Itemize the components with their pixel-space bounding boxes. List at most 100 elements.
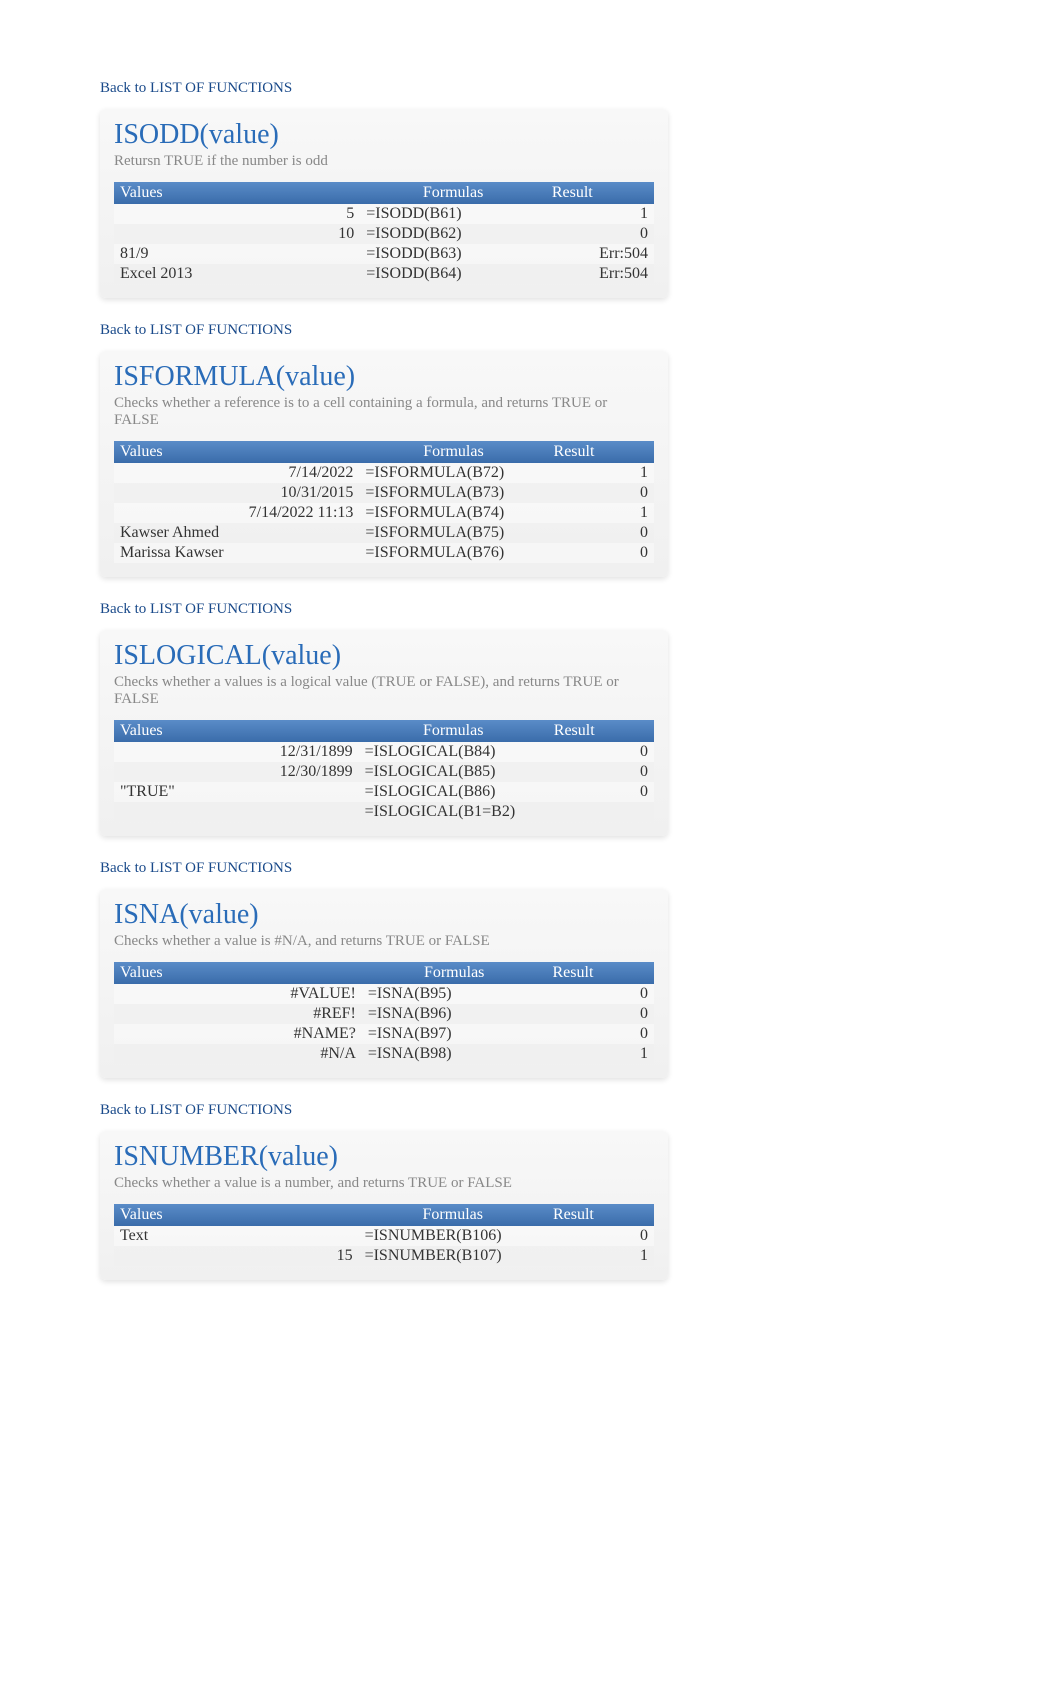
cell-formula: =ISODD(B63)	[360, 244, 546, 264]
back-to-list-link[interactable]: Back to LIST OF FUNCTIONS	[100, 80, 962, 97]
function-table: ValuesFormulasResult7/14/2022=ISFORMULA(…	[114, 441, 654, 563]
cell-formula: =ISLOGICAL(B84)	[359, 742, 548, 762]
cell-result: 0	[548, 762, 654, 782]
cell-result: 0	[546, 224, 654, 244]
cell-result: 0	[547, 984, 655, 1004]
function-table: ValuesFormulasResult12/31/1899=ISLOGICAL…	[114, 720, 654, 822]
cell-value: #N/A	[114, 1044, 362, 1064]
function-section: ISNUMBER(value) Checks whether a value is…	[100, 1131, 668, 1280]
table-row: "TRUE"=ISLOGICAL(B86)0	[114, 782, 654, 802]
cell-value	[114, 802, 359, 822]
column-header-formulas: Formulas	[359, 720, 548, 742]
function-description: Checks whether a values is a logical val…	[114, 674, 654, 708]
cell-formula: =ISNA(B98)	[362, 1044, 547, 1064]
table-row: #VALUE!=ISNA(B95)0	[114, 984, 654, 1004]
table-row: 10/31/2015=ISFORMULA(B73)0	[114, 483, 654, 503]
column-header-formulas: Formulas	[359, 1204, 547, 1226]
cell-value: Excel 2013	[114, 264, 360, 284]
cell-result: 1	[547, 1044, 655, 1064]
back-to-list-link[interactable]: Back to LIST OF FUNCTIONS	[100, 1102, 962, 1119]
column-header-result: Result	[547, 962, 655, 984]
function-table: ValuesFormulasResult#VALUE!=ISNA(B95)0#R…	[114, 962, 654, 1064]
cell-formula: =ISFORMULA(B76)	[359, 543, 547, 563]
cell-result: 0	[548, 782, 654, 802]
table-row: =ISLOGICAL(B1=B2)	[114, 802, 654, 822]
column-header-result: Result	[547, 1204, 654, 1226]
cell-formula: =ISLOGICAL(B1=B2)	[359, 802, 548, 822]
table-row: 7/14/2022=ISFORMULA(B72)1	[114, 463, 654, 483]
function-section: ISFORMULA(value)Checks whether a referen…	[100, 351, 668, 577]
cell-formula: =ISNA(B96)	[362, 1004, 547, 1024]
function-title: ISNUMBER(value)	[114, 1141, 654, 1173]
cell-value: 12/30/1899	[114, 762, 359, 782]
function-section: ISNA(value) Checks whether a value is #N/…	[100, 889, 668, 1078]
cell-formula: =ISODD(B62)	[360, 224, 546, 244]
cell-value: 15	[114, 1246, 359, 1266]
cell-result: 1	[548, 463, 654, 483]
table-row: Excel 2013=ISODD(B64)Err:504	[114, 264, 654, 284]
cell-result: 0	[548, 523, 654, 543]
table-row: 15=ISNUMBER(B107)1	[114, 1246, 654, 1266]
cell-formula: =ISNUMBER(B106)	[359, 1226, 547, 1246]
column-header-values: Values	[114, 720, 359, 742]
column-header-values: Values	[114, 962, 362, 984]
cell-formula: =ISODD(B61)	[360, 204, 546, 224]
function-section: ISLOGICAL(value)Checks whether a values …	[100, 630, 668, 836]
column-header-formulas: Formulas	[359, 441, 547, 463]
function-description: Checks whether a reference is to a cell …	[114, 395, 654, 429]
cell-formula: =ISFORMULA(B73)	[359, 483, 547, 503]
cell-result: 1	[548, 503, 654, 523]
cell-formula: =ISNA(B97)	[362, 1024, 547, 1044]
function-table: ValuesFormulasResultText=ISNUMBER(B106)0…	[114, 1204, 654, 1266]
column-header-values: Values	[114, 441, 359, 463]
cell-value: "TRUE"	[114, 782, 359, 802]
cell-value: Text	[114, 1226, 359, 1246]
back-to-list-link[interactable]: Back to LIST OF FUNCTIONS	[100, 860, 962, 877]
column-header-result: Result	[546, 182, 654, 204]
function-description: Checks whether a value is #N/A, and retu…	[114, 933, 654, 950]
cell-formula: =ISFORMULA(B74)	[359, 503, 547, 523]
cell-value: 7/14/2022	[114, 463, 359, 483]
cell-value: Marissa Kawser	[114, 543, 359, 563]
cell-formula: =ISLOGICAL(B85)	[359, 762, 548, 782]
cell-result: 0	[548, 543, 654, 563]
cell-formula: =ISFORMULA(B72)	[359, 463, 547, 483]
function-title: ISNA(value)	[114, 899, 654, 931]
cell-result: 0	[547, 1024, 655, 1044]
table-row: Marissa Kawser=ISFORMULA(B76)0	[114, 543, 654, 563]
function-description: Retursn TRUE if the number is odd	[114, 153, 654, 170]
cell-value: 5	[114, 204, 360, 224]
table-row: 12/30/1899=ISLOGICAL(B85)0	[114, 762, 654, 782]
cell-formula: =ISODD(B64)	[360, 264, 546, 284]
cell-value: 12/31/1899	[114, 742, 359, 762]
function-title: ISFORMULA(value)	[114, 361, 654, 393]
cell-value: 81/9	[114, 244, 360, 264]
function-description: Checks whether a value is a number, and …	[114, 1175, 654, 1192]
table-row: Text=ISNUMBER(B106)0	[114, 1226, 654, 1246]
cell-value: 10/31/2015	[114, 483, 359, 503]
cell-result: 0	[548, 742, 654, 762]
cell-value: 7/14/2022 11:13	[114, 503, 359, 523]
cell-formula: =ISFORMULA(B75)	[359, 523, 547, 543]
table-row: #NAME?=ISNA(B97)0	[114, 1024, 654, 1044]
function-section: ISODD(value) Retursn TRUE if the number i…	[100, 109, 668, 298]
cell-value: #VALUE!	[114, 984, 362, 1004]
cell-result	[548, 802, 654, 822]
cell-formula: =ISNUMBER(B107)	[359, 1246, 547, 1266]
cell-result: 0	[547, 1226, 654, 1246]
table-row: Kawser Ahmed=ISFORMULA(B75)0	[114, 523, 654, 543]
function-title: ISLOGICAL(value)	[114, 640, 654, 672]
back-to-list-link[interactable]: Back to LIST OF FUNCTIONS	[100, 322, 962, 339]
cell-value: #REF!	[114, 1004, 362, 1024]
back-to-list-link[interactable]: Back to LIST OF FUNCTIONS	[100, 601, 962, 618]
function-title: ISODD(value)	[114, 119, 654, 151]
column-header-formulas: Formulas	[360, 182, 546, 204]
column-header-values: Values	[114, 182, 360, 204]
cell-result: 0	[548, 483, 654, 503]
table-row: #REF!=ISNA(B96)0	[114, 1004, 654, 1024]
table-row: 5=ISODD(B61)1	[114, 204, 654, 224]
cell-value: 10	[114, 224, 360, 244]
table-row: 81/9=ISODD(B63)Err:504	[114, 244, 654, 264]
cell-formula: =ISNA(B95)	[362, 984, 547, 1004]
cell-result: 0	[547, 1004, 655, 1024]
